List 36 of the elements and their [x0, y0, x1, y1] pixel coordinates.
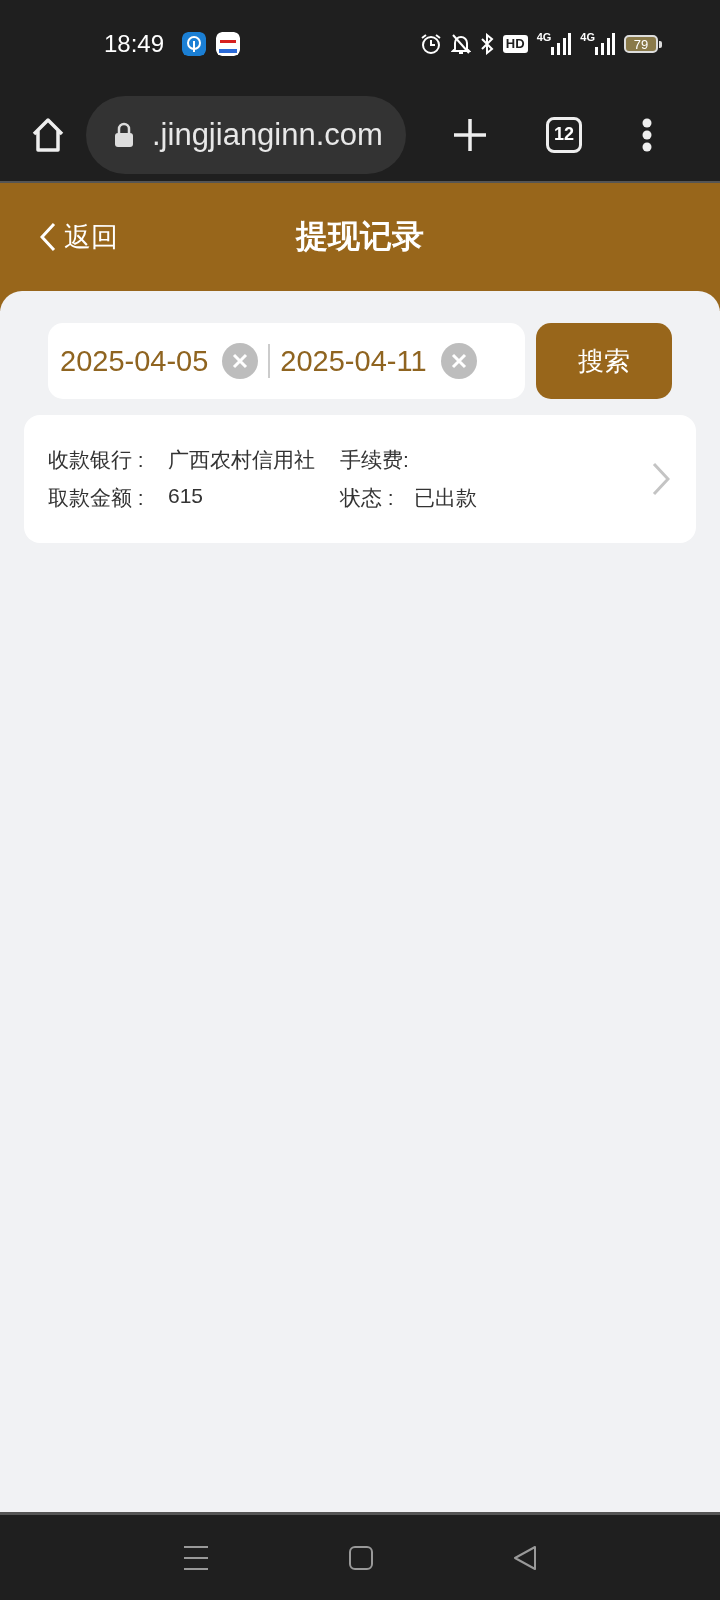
status-time: 18:49	[104, 30, 165, 58]
more-icon[interactable]	[642, 117, 652, 152]
back-button[interactable]: 返回	[40, 219, 118, 255]
tab-count-button[interactable]: 12	[546, 116, 582, 153]
field-label: 取款金额 :	[48, 485, 144, 511]
end-date[interactable]: 2025-04-11	[280, 344, 427, 378]
date-range-field[interactable]: 2025-04-05 2025-04-11	[48, 323, 526, 399]
record-card[interactable]: 收款银行 : 广西农村信用社 手续费: 取款金额 : 615 状态 : 已出款	[24, 415, 696, 543]
bluetooth-icon	[479, 33, 494, 55]
back-triangle-icon[interactable]	[513, 1544, 537, 1571]
home-square-icon[interactable]	[349, 1545, 373, 1570]
field-label: 收款银行 :	[48, 447, 144, 473]
signal-icon	[595, 33, 615, 55]
network-label: 4G	[580, 31, 595, 43]
hd-badge: HD	[502, 35, 528, 53]
start-date[interactable]: 2025-04-05	[60, 344, 209, 378]
app-icon	[216, 32, 241, 56]
status-value: 已出款	[414, 485, 477, 511]
menu-icon[interactable]	[183, 1544, 209, 1571]
bell-off-icon	[450, 33, 471, 55]
page-title: 提现记录	[296, 218, 424, 254]
battery-level: 79	[624, 35, 658, 53]
search-button[interactable]: 搜索	[536, 323, 672, 399]
alarm-icon	[419, 33, 442, 55]
lock-icon	[114, 121, 134, 148]
bank-name: 广西农村信用社	[168, 447, 315, 473]
amount-value: 615	[168, 484, 204, 509]
network-label: 4G	[536, 31, 552, 43]
chevron-right-icon	[652, 462, 670, 496]
app-icon	[182, 32, 207, 56]
signal-icon	[551, 33, 572, 55]
plus-icon[interactable]	[454, 118, 486, 151]
chevron-left-icon	[40, 222, 56, 252]
url-field[interactable]: .jingjianginn.com	[86, 95, 406, 174]
field-label: 状态 :	[340, 485, 394, 511]
field-label: 手续费:	[340, 447, 409, 473]
